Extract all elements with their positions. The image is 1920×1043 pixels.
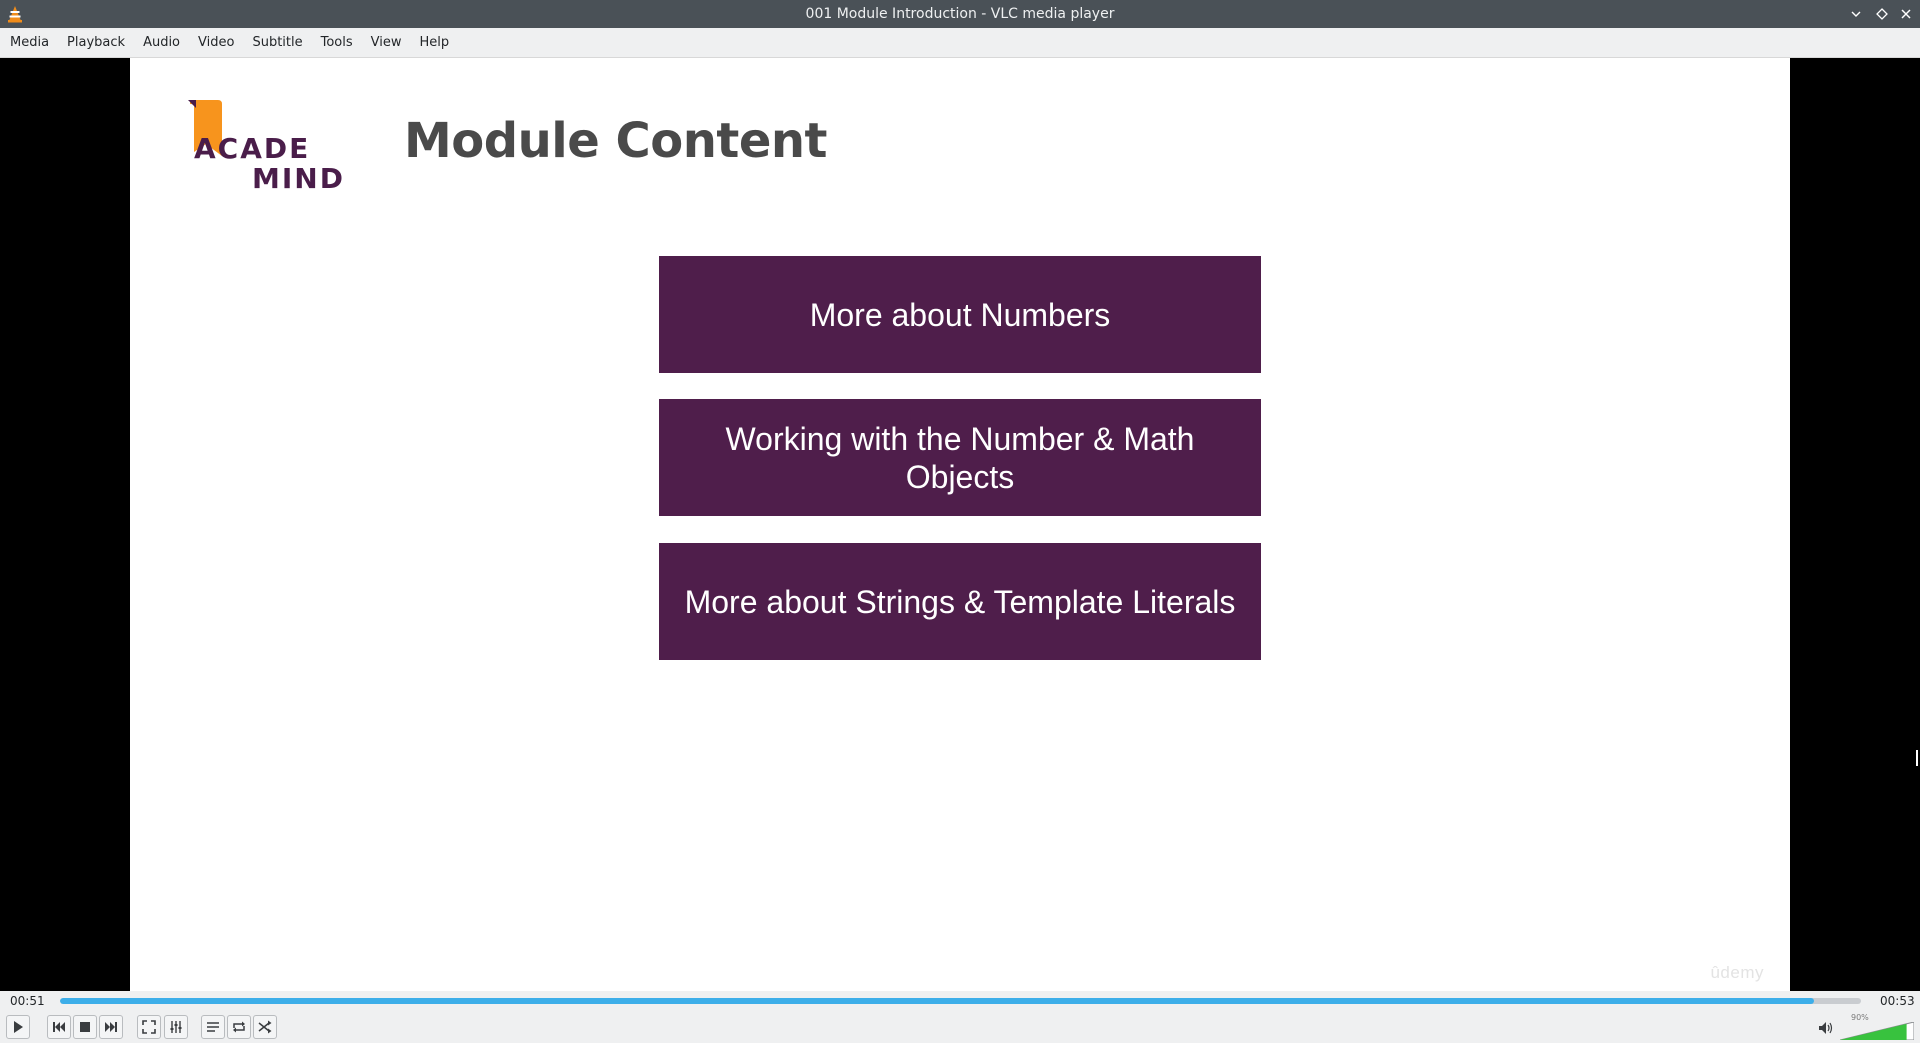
menu-video[interactable]: Video [192, 28, 244, 58]
volume-percent: 90% [1851, 1013, 1869, 1022]
close-x-icon[interactable] [1896, 4, 1916, 24]
slide-title: Module Content [404, 113, 827, 169]
playlist-button[interactable] [201, 1015, 225, 1039]
seek-row: 00:51 00:53 [0, 991, 1920, 1011]
total-time: 00:53 [1880, 994, 1915, 1008]
shuffle-button[interactable] [253, 1015, 277, 1039]
next-icon [105, 1022, 117, 1032]
extended-settings-icon [170, 1021, 182, 1033]
loop-icon [233, 1021, 245, 1033]
previous-icon [53, 1022, 65, 1032]
fullscreen-icon [142, 1020, 156, 1034]
seek-bar-progress [60, 998, 1815, 1004]
video-frame-slide: ACADE MIND Module Content More about Num… [130, 58, 1790, 991]
logo-text-line2: MIND [252, 162, 345, 195]
seek-bar[interactable] [60, 998, 1861, 1004]
menu-view[interactable]: View [365, 28, 412, 58]
volume-slider[interactable] [1840, 1022, 1914, 1040]
menu-help[interactable]: Help [414, 28, 460, 58]
menu-playback[interactable]: Playback [61, 28, 135, 58]
mouse-cursor [1916, 750, 1919, 766]
menu-tools[interactable]: Tools [315, 28, 363, 58]
logo-text-line1: ACADE [194, 132, 311, 165]
play-icon [14, 1021, 23, 1033]
previous-button[interactable] [47, 1015, 71, 1039]
control-bar: 90% [0, 1011, 1920, 1043]
window-title: 001 Module Introduction - VLC media play… [805, 6, 1115, 22]
academind-logo: ACADE MIND [176, 98, 346, 198]
title-bar: 001 Module Introduction - VLC media play… [0, 0, 1920, 28]
menu-bar: Media Playback Audio Video Subtitle Tool… [0, 28, 1920, 58]
menu-media[interactable]: Media [4, 28, 59, 58]
loop-button[interactable] [227, 1015, 251, 1039]
shuffle-icon [258, 1020, 272, 1034]
udemy-watermark: ûdemy [1710, 963, 1764, 982]
extended-settings-button[interactable] [164, 1015, 188, 1039]
elapsed-time: 00:51 [10, 994, 45, 1008]
maximize-diamond-icon[interactable] [1872, 4, 1892, 24]
speaker-icon[interactable] [1818, 1020, 1834, 1036]
stop-icon [80, 1022, 90, 1032]
next-button[interactable] [99, 1015, 123, 1039]
topic-box: More about Numbers [659, 256, 1261, 373]
play-button[interactable] [6, 1015, 30, 1039]
menu-audio[interactable]: Audio [137, 28, 190, 58]
menu-subtitle[interactable]: Subtitle [246, 28, 312, 58]
topic-box: More about Strings & Template Literals [659, 543, 1261, 660]
topic-box: Working with the Number & Math Objects [659, 399, 1261, 516]
video-area[interactable]: ACADE MIND Module Content More about Num… [0, 58, 1920, 991]
fullscreen-button[interactable] [137, 1015, 161, 1039]
minimize-chevron-icon[interactable] [1846, 4, 1866, 24]
stop-button[interactable] [73, 1015, 97, 1039]
playlist-icon [207, 1022, 219, 1032]
